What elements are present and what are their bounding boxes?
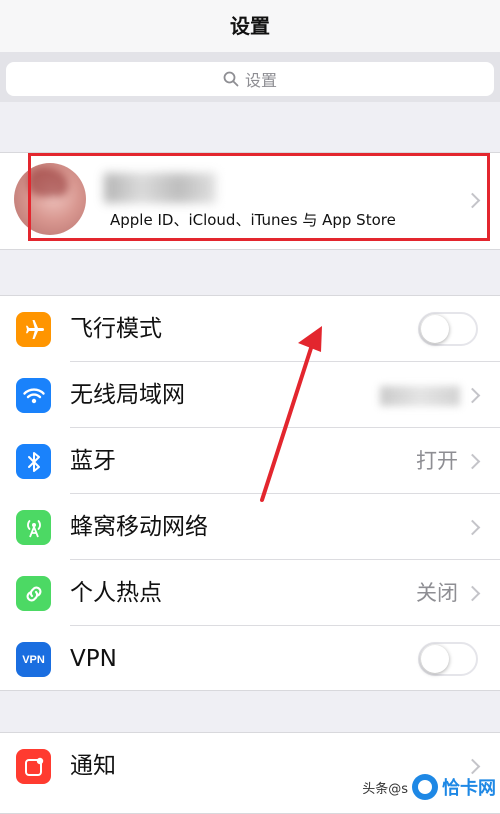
vpn-icon: VPN (16, 642, 51, 677)
settings-label-airplane: 飞行模式 (70, 316, 162, 342)
chevron-right-icon (464, 585, 481, 602)
settings-label-bluetooth: 蓝牙 (70, 448, 116, 474)
settings-label-wifi: 无线局域网 (70, 382, 185, 408)
search-input[interactable]: 设置 (6, 62, 494, 96)
settings-row-vpn[interactable]: VPN VPN (0, 626, 500, 692)
watermark: 头条@s 恰卡网 (336, 771, 496, 803)
wifi-network-name-blurred (380, 386, 460, 406)
settings-row-airplane[interactable]: 飞行模式 (0, 296, 500, 362)
profile-name-blurred (104, 173, 216, 203)
airplane-mode-toggle[interactable] (418, 312, 478, 346)
chevron-right-icon (464, 453, 481, 470)
airplane-icon (16, 312, 51, 347)
chevron-right-icon (464, 519, 481, 536)
cellular-icon (16, 510, 51, 545)
connectivity-group: 飞行模式 无线局域网 蓝牙 打开 蜂窝移动网络 个人热点 关闭 VPN VPN (0, 295, 500, 691)
chevron-right-icon (464, 192, 481, 209)
settings-row-bluetooth[interactable]: 蓝牙 打开 (0, 428, 500, 494)
settings-label-hotspot: 个人热点 (70, 580, 162, 606)
watermark-logo-icon (412, 774, 438, 800)
navigation-bar: 设置 (0, 0, 500, 52)
search-icon (223, 71, 239, 87)
vpn-toggle[interactable] (418, 642, 478, 676)
hotspot-icon (16, 576, 51, 611)
watermark-brand: 恰卡网 (442, 778, 496, 799)
chevron-right-icon (464, 387, 481, 404)
profile-subtitle: Apple ID、iCloud、iTunes 与 App Store (110, 211, 396, 229)
settings-label-cellular: 蜂窝移动网络 (70, 514, 208, 540)
wifi-icon (16, 378, 51, 413)
settings-row-hotspot[interactable]: 个人热点 关闭 (0, 560, 500, 626)
search-area: 设置 (0, 52, 500, 102)
search-placeholder: 设置 (244, 71, 277, 90)
settings-label-notifications: 通知 (70, 753, 116, 779)
avatar (14, 163, 86, 235)
watermark-source: 头条@s (362, 781, 408, 797)
apple-id-row[interactable]: Apple ID、iCloud、iTunes 与 App Store (0, 152, 500, 250)
bluetooth-icon (16, 444, 51, 479)
settings-label-vpn: VPN (70, 646, 117, 672)
settings-row-wifi[interactable]: 无线局域网 (0, 362, 500, 428)
settings-row-cellular[interactable]: 蜂窝移动网络 (0, 494, 500, 560)
notifications-icon (16, 749, 51, 784)
page-title: 设置 (230, 14, 270, 38)
bluetooth-status: 打开 (416, 449, 458, 473)
hotspot-status: 关闭 (416, 581, 458, 605)
